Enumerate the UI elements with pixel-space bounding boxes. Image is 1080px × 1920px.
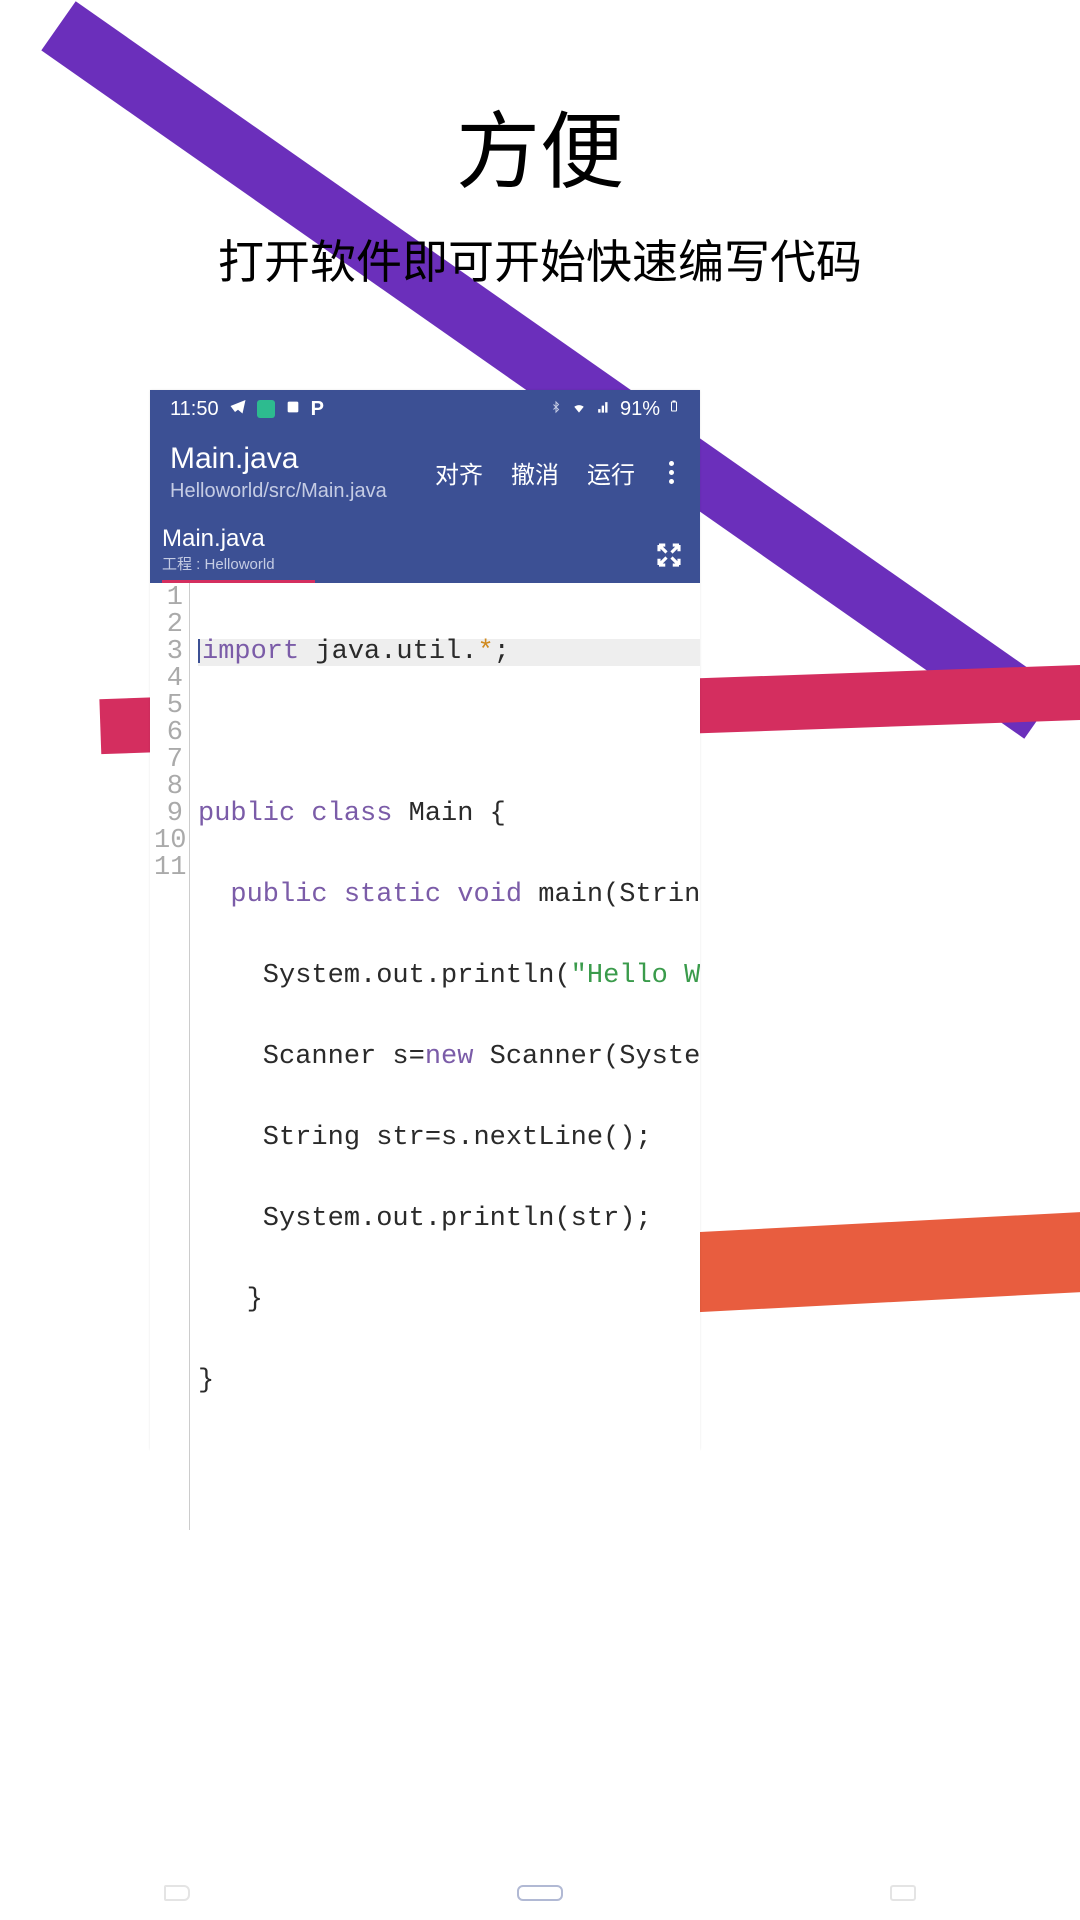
wifi-icon	[570, 398, 588, 421]
run-button[interactable]: 运行	[587, 455, 635, 490]
telegram-icon	[229, 397, 247, 421]
align-button[interactable]: 对齐	[435, 455, 483, 490]
statusbar: 11:50 P 91%	[150, 390, 700, 428]
overflow-menu-icon[interactable]	[663, 461, 680, 484]
cursor	[198, 639, 200, 663]
fullscreen-icon[interactable]	[654, 540, 688, 583]
tab-label: Main.java	[162, 525, 275, 553]
headline-section: 方便 打开软件即可开始快速编写代码	[0, 0, 1080, 292]
home-button[interactable]	[517, 1885, 563, 1901]
headline-subtitle: 打开软件即可开始快速编写代码	[0, 226, 1080, 292]
recents-button[interactable]	[890, 1885, 916, 1901]
line-gutter: 1 2 3 4 5 6 7 8 9 10 11	[150, 583, 190, 1530]
code-editor[interactable]: 1 2 3 4 5 6 7 8 9 10 11 import java.util…	[150, 583, 700, 1530]
statusbar-time: 11:50	[170, 398, 219, 421]
android-navbar	[0, 1866, 1080, 1920]
appbar-title: Main.java	[170, 442, 435, 476]
appbar-path: Helloworld/src/Main.java	[170, 480, 435, 503]
battery-percent: 91%	[620, 398, 660, 421]
decorative-stripe-orange	[678, 1207, 1080, 1313]
bluetooth-icon	[550, 398, 562, 421]
notification-icon	[285, 398, 301, 421]
signal-icon	[596, 398, 612, 421]
headline-title: 方便	[0, 85, 1080, 206]
camera-icon	[257, 400, 275, 418]
appbar: Main.java Helloworld/src/Main.java 对齐 撤消…	[150, 428, 700, 517]
tabbar: Main.java 工程 : Helloworld	[150, 517, 700, 583]
phone-screenshot: 11:50 P 91%	[150, 390, 700, 1450]
back-button[interactable]	[164, 1885, 190, 1901]
battery-icon	[668, 397, 680, 421]
parking-icon: P	[311, 398, 324, 421]
tab-main-java[interactable]: Main.java 工程 : Helloworld	[162, 525, 315, 583]
tab-project: 工程 : Helloworld	[162, 553, 275, 574]
code-content[interactable]: import java.util.*; public class Main { …	[190, 583, 700, 1530]
undo-button[interactable]: 撤消	[511, 455, 559, 490]
